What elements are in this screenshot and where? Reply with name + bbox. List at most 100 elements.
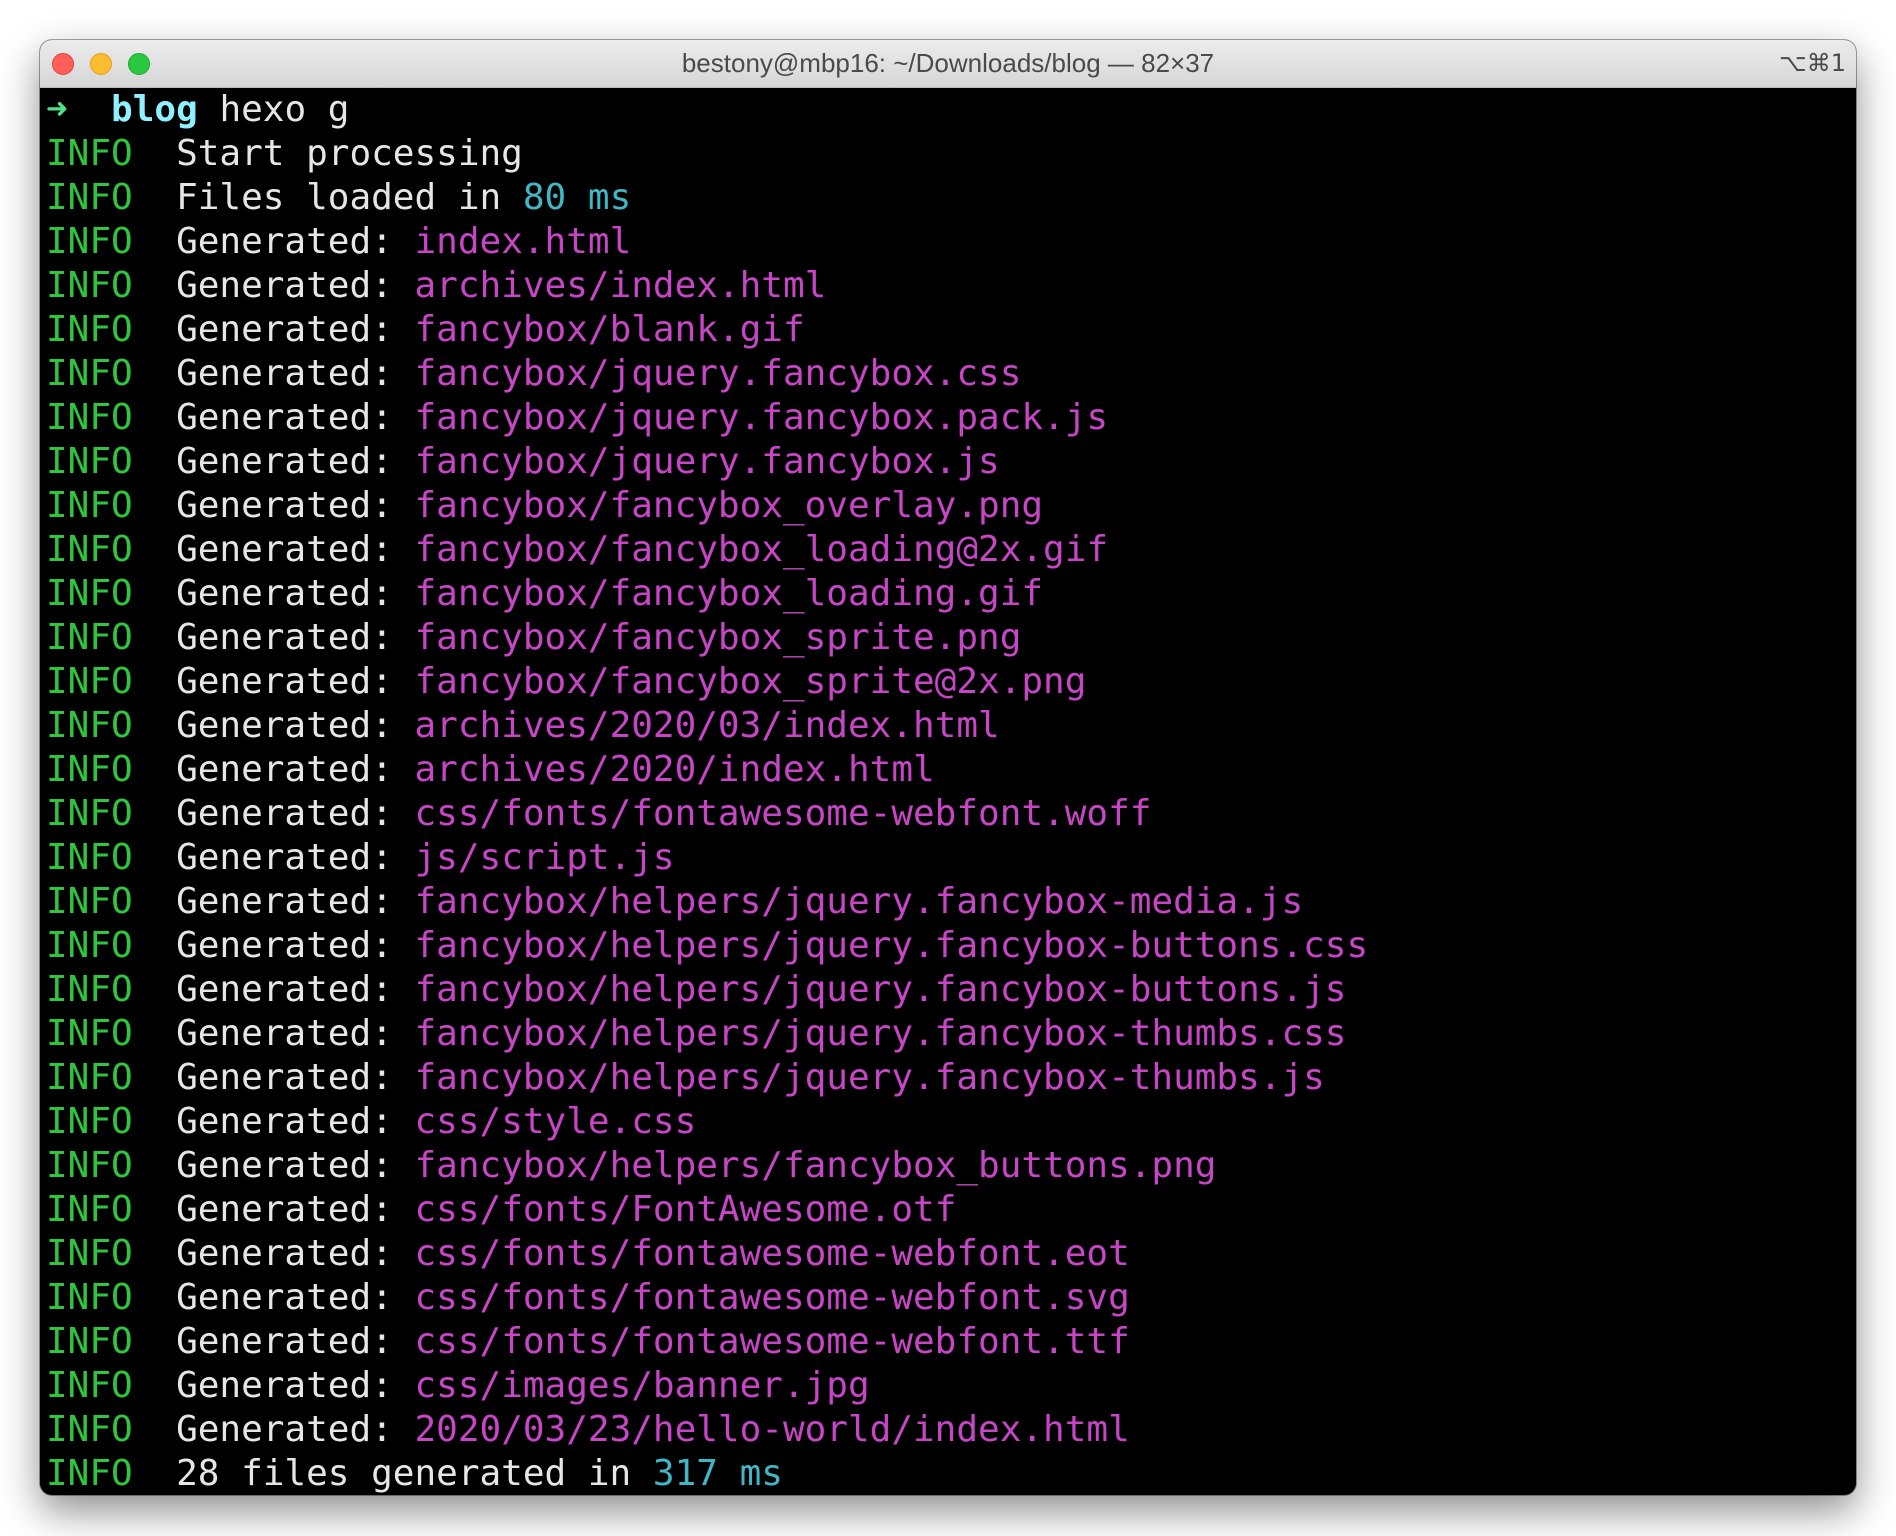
log-level: INFO <box>46 881 133 922</box>
log-line-generated: INFO Generated: fancybox/jquery.fancybox… <box>46 352 1856 396</box>
log-message: Start processing <box>176 133 523 174</box>
generated-file-path: fancybox/helpers/jquery.fancybox-buttons… <box>414 969 1347 1010</box>
log-level: INFO <box>46 177 133 218</box>
log-line-generated: INFO Generated: js/script.js <box>46 836 1856 880</box>
log-line-generated: INFO Generated: fancybox/helpers/jquery.… <box>46 968 1856 1012</box>
log-line-generated: INFO Generated: 2020/03/23/hello-world/i… <box>46 1408 1856 1452</box>
prompt-line: ➜ blog hexo g <box>46 88 1856 132</box>
generated-file-path: fancybox/fancybox_sprite@2x.png <box>414 661 1087 702</box>
generated-label: Generated: <box>176 265 393 306</box>
log-line-generated: INFO Generated: fancybox/helpers/jquery.… <box>46 924 1856 968</box>
log-level: INFO <box>46 1101 133 1142</box>
log-level: INFO <box>46 265 133 306</box>
generated-file-path: archives/2020/03/index.html <box>414 705 1000 746</box>
log-line-generated: INFO Generated: css/fonts/fontawesome-we… <box>46 1232 1856 1276</box>
log-number: 317 <box>652 1453 718 1494</box>
log-level: INFO <box>46 705 133 746</box>
generated-label: Generated: <box>176 1321 393 1362</box>
window-title: bestony@mbp16: ~/Downloads/blog — 82×37 <box>681 48 1215 78</box>
log-line-generated: INFO Generated: css/fonts/fontawesome-we… <box>46 1320 1856 1364</box>
log-line-generated: INFO Generated: fancybox/helpers/jquery.… <box>46 1012 1856 1056</box>
generated-label: Generated: <box>176 1057 393 1098</box>
log-level: INFO <box>46 661 133 702</box>
generated-label: Generated: <box>176 485 393 526</box>
log-level: INFO <box>46 1145 133 1186</box>
generated-label: Generated: <box>176 1145 393 1186</box>
log-line-generated: INFO Generated: fancybox/blank.gif <box>46 308 1856 352</box>
log-line-generated: INFO Generated: fancybox/fancybox_sprite… <box>46 660 1856 704</box>
generated-file-path: archives/2020/index.html <box>414 749 935 790</box>
generated-file-path: css/fonts/fontawesome-webfont.svg <box>414 1277 1130 1318</box>
generated-file-path: fancybox/helpers/jquery.fancybox-thumbs.… <box>414 1057 1325 1098</box>
prompt-directory: blog <box>111 89 198 130</box>
log-level: INFO <box>46 1189 133 1230</box>
generated-file-path: fancybox/jquery.fancybox.pack.js <box>414 397 1109 438</box>
log-line-generated: INFO Generated: archives/2020/03/index.h… <box>46 704 1856 748</box>
generated-file-path: fancybox/helpers/fancybox_buttons.png <box>414 1145 1217 1186</box>
generated-label: Generated: <box>176 1365 393 1406</box>
log-message: 28 files generated in <box>176 1453 632 1494</box>
log-level: INFO <box>46 221 133 262</box>
generated-label: Generated: <box>176 529 393 570</box>
log-level: INFO <box>46 837 133 878</box>
log-level: INFO <box>46 793 133 834</box>
generated-file-path: fancybox/fancybox_loading@2x.gif <box>414 529 1109 570</box>
generated-file-path: js/script.js <box>414 837 675 878</box>
log-line-generated: INFO Generated: css/style.css <box>46 1100 1856 1144</box>
log-line-generated: INFO Generated: fancybox/fancybox_sprite… <box>46 616 1856 660</box>
log-level: INFO <box>46 485 133 526</box>
log-level: INFO <box>46 441 133 482</box>
title-bar[interactable]: bestony@mbp16: ~/Downloads/blog — 82×37 … <box>40 40 1856 88</box>
log-level: INFO <box>46 309 133 350</box>
log-line-generated: INFO Generated: fancybox/jquery.fancybox… <box>46 396 1856 440</box>
generated-label: Generated: <box>176 661 393 702</box>
log-line-generated: INFO Generated: css/fonts/fontawesome-we… <box>46 1276 1856 1320</box>
generated-file-path: 2020/03/23/hello-world/index.html <box>414 1409 1130 1450</box>
generated-label: Generated: <box>176 1277 393 1318</box>
generated-file-path: fancybox/jquery.fancybox.js <box>414 441 1000 482</box>
log-line-loaded: INFO Files loaded in 80 ms <box>46 176 1856 220</box>
generated-label: Generated: <box>176 221 393 262</box>
log-number: 80 <box>522 177 567 218</box>
log-level: INFO <box>46 969 133 1010</box>
generated-label: Generated: <box>176 1101 393 1142</box>
prompt-arrow-icon: ➜ <box>46 89 68 130</box>
generated-label: Generated: <box>176 1013 393 1054</box>
log-level: INFO <box>46 1057 133 1098</box>
generated-label: Generated: <box>176 353 393 394</box>
generated-label: Generated: <box>176 881 393 922</box>
log-level: INFO <box>46 749 133 790</box>
log-line-generated: INFO Generated: fancybox/helpers/jquery.… <box>46 880 1856 924</box>
generated-label: Generated: <box>176 397 393 438</box>
generated-label: Generated: <box>176 1409 393 1450</box>
generated-file-path: css/fonts/fontawesome-webfont.eot <box>414 1233 1130 1274</box>
terminal-output[interactable]: ➜ blog hexo g INFO Start processing INFO… <box>40 88 1856 1495</box>
log-level: INFO <box>46 353 133 394</box>
log-line-generated: INFO Generated: fancybox/fancybox_loadin… <box>46 572 1856 616</box>
log-line-generated: INFO Generated: archives/index.html <box>46 264 1856 308</box>
log-line-generated: INFO Generated: fancybox/helpers/fancybo… <box>46 1144 1856 1188</box>
generated-file-path: fancybox/jquery.fancybox.css <box>414 353 1022 394</box>
log-level: INFO <box>46 133 133 174</box>
generated-file-path: css/images/banner.jpg <box>414 1365 870 1406</box>
generated-file-path: css/fonts/FontAwesome.otf <box>414 1189 957 1230</box>
generated-file-path: fancybox/fancybox_overlay.png <box>414 485 1044 526</box>
log-line-generated: INFO Generated: css/images/banner.jpg <box>46 1364 1856 1408</box>
log-line-generated: INFO Generated: css/fonts/fontawesome-we… <box>46 792 1856 836</box>
log-level: INFO <box>46 1409 133 1450</box>
generated-file-path: archives/index.html <box>414 265 827 306</box>
generated-list: INFO Generated: index.html INFO Generated… <box>46 220 1856 1452</box>
prompt-command: hexo g <box>219 89 350 130</box>
log-level: INFO <box>46 1277 133 1318</box>
generated-file-path: fancybox/blank.gif <box>414 309 805 350</box>
log-level: INFO <box>46 1321 133 1362</box>
log-level: INFO <box>46 1453 133 1494</box>
generated-label: Generated: <box>176 925 393 966</box>
log-line-generated: INFO Generated: archives/2020/index.html <box>46 748 1856 792</box>
generated-file-path: fancybox/fancybox_sprite.png <box>414 617 1022 658</box>
terminal-window[interactable]: bestony@mbp16: ~/Downloads/blog — 82×37 … <box>40 40 1856 1495</box>
log-line-start: INFO Start processing <box>46 132 1856 176</box>
log-level: INFO <box>46 925 133 966</box>
generated-label: Generated: <box>176 749 393 790</box>
generated-file-path: index.html <box>414 221 632 262</box>
